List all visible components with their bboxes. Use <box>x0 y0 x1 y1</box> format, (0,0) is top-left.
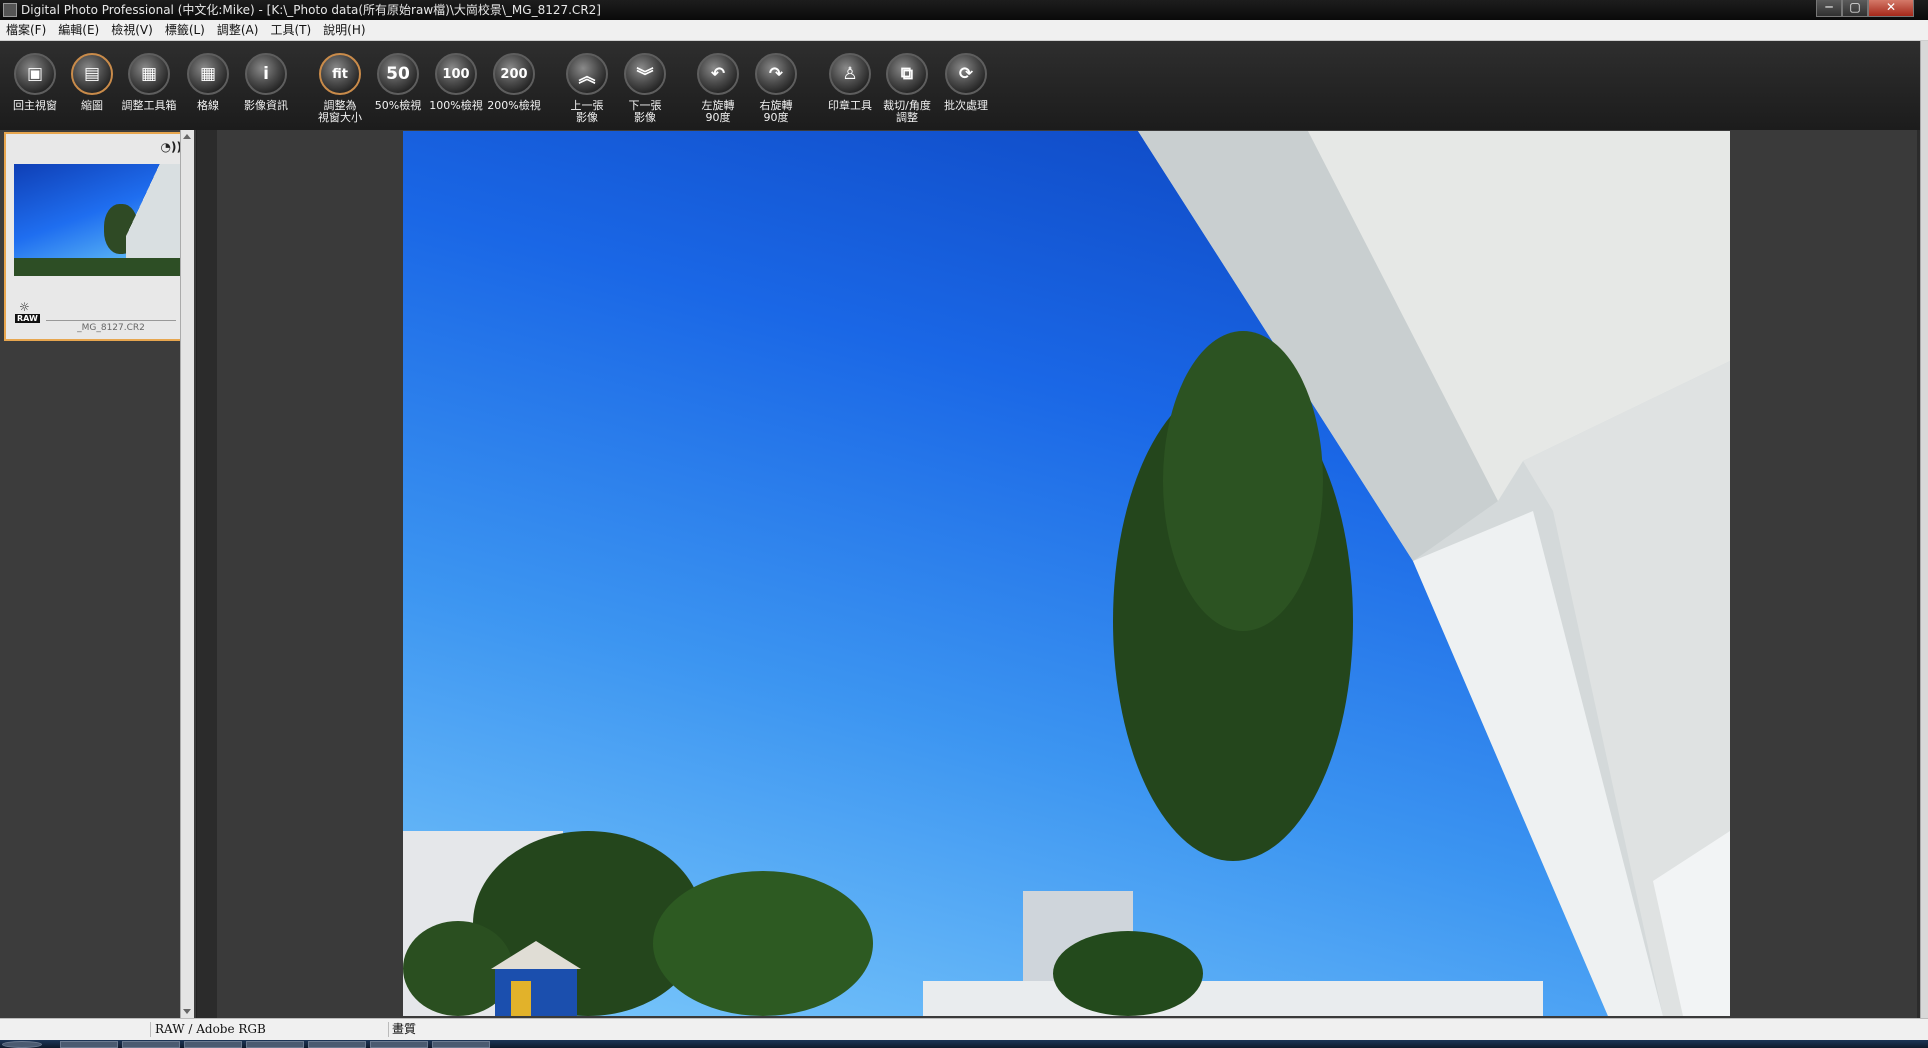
toolbar-button-label: 印章工具 <box>828 99 872 112</box>
menu-file[interactable]: 檔案(F) <box>0 20 52 40</box>
menu-edit[interactable]: 編輯(E) <box>52 20 105 40</box>
thumbnail-image[interactable] <box>14 164 182 276</box>
taskbar-button[interactable] <box>246 1041 304 1048</box>
taskbar <box>0 1040 1928 1048</box>
rotate-right-icon: ↷ <box>755 53 797 95</box>
folder-home-icon: ▣ <box>14 53 56 95</box>
toolbar-button-rotate-left[interactable]: ↶ 左旋轉 90度 <box>688 53 748 124</box>
close-button[interactable]: ✕ <box>1868 0 1914 17</box>
title-bar: Digital Photo Professional (中文化:Mike) - … <box>0 0 1928 20</box>
taskbar-button[interactable] <box>432 1041 490 1048</box>
toolbar-button-label: 回主視窗 <box>13 99 57 112</box>
thumbnail-view-icon: ▤ <box>71 53 113 95</box>
rotate-left-icon: ↶ <box>697 53 739 95</box>
crop-icon: ⧉ <box>886 53 928 95</box>
taskbar-button[interactable] <box>308 1041 366 1048</box>
toolbar-button-label: 調整工具箱 <box>121 99 177 112</box>
taskbar-button[interactable] <box>370 1041 428 1048</box>
toolbar-button-rotate-right[interactable]: ↷ 右旋轉 90度 <box>746 53 806 124</box>
zoom-100-icon: 100 <box>435 53 477 95</box>
toolbar-button-label: 批次處理 <box>944 99 988 112</box>
window-title: Digital Photo Professional (中文化:Mike) - … <box>21 3 601 17</box>
minimize-button[interactable]: ─ <box>1816 0 1842 17</box>
app-icon <box>3 3 17 17</box>
toolbar-button-label: 格線 <box>197 99 219 112</box>
toolbar-button-label: 裁切/角度 調整 <box>883 99 931 124</box>
menu-tools[interactable]: 工具(T) <box>264 20 317 40</box>
previous-image-icon: ︽ <box>566 53 608 95</box>
zoom-50-icon: 50 <box>377 53 419 95</box>
toolbar-button-stamp[interactable]: ♙ 印章工具 <box>820 53 880 112</box>
white-balance-icon: ☼ <box>19 300 30 314</box>
thumbnail-scrollbar[interactable] <box>180 130 194 1018</box>
toolbar-button-info[interactable]: i 影像資訊 <box>236 53 296 112</box>
toolbar-button-label: 右旋轉 90度 <box>759 99 793 124</box>
menu-label[interactable]: 標籤(L) <box>159 20 211 40</box>
scroll-up-arrow-icon[interactable] <box>183 134 191 139</box>
toolbar-button-label: 調整為 視窗大小 <box>318 99 362 124</box>
thumbnail-panel: ◔)) ☼ RAW _MG_8127.CR2 <box>0 130 197 1018</box>
zoom-200-icon: 200 <box>493 53 535 95</box>
image-viewer[interactable] <box>217 130 1917 1018</box>
taskbar-button[interactable] <box>60 1041 118 1048</box>
grid-icon: ▦ <box>187 53 229 95</box>
window-edge-scroll <box>1920 41 1928 1021</box>
photo-preview[interactable] <box>403 131 1730 1016</box>
toolbar-button-label: 下一張 影像 <box>628 99 662 124</box>
toolbar-button-zoom-100[interactable]: 100 100%檢視 <box>426 53 486 112</box>
menu-help[interactable]: 說明(H) <box>317 20 371 40</box>
toolbar-button-label: 上一張 影像 <box>570 99 604 124</box>
next-image-icon: ︾ <box>624 53 666 95</box>
toolbar: ▣ 回主視窗 ▤ 縮圖 ▦ 調整工具箱 ▦ 格線 i 影像資訊 fit 調整為 視窗大小 50 50%檢視… <box>0 41 1920 130</box>
start-button[interactable] <box>2 1041 42 1048</box>
thumbnail-cell[interactable]: ◔)) ☼ RAW _MG_8127.CR2 <box>4 132 190 341</box>
toolbar-button-label: 左旋轉 90度 <box>701 99 735 124</box>
fit-icon: fit <box>319 53 361 95</box>
maximize-button[interactable]: ▢ <box>1842 0 1868 17</box>
thumbnail-filename: _MG_8127.CR2 <box>46 320 176 333</box>
sound-memo-icon: ◔)) <box>160 140 182 154</box>
toolbar-button-previous-image[interactable]: ︽ 上一張 影像 <box>557 53 617 124</box>
quality-status: 畫質 <box>392 1022 417 1036</box>
toolbar-button-fit[interactable]: fit 調整為 視窗大小 <box>310 53 370 124</box>
toolbar-button-zoom-200[interactable]: 200 200%檢視 <box>484 53 544 112</box>
color-space-status: RAW / Adobe RGB <box>155 1022 266 1036</box>
toolbar-button-thumbnail-view[interactable]: ▤ 縮圖 <box>62 53 122 112</box>
scroll-down-arrow-icon[interactable] <box>183 1009 191 1014</box>
taskbar-button[interactable] <box>184 1041 242 1048</box>
toolbar-button-label: 50%檢視 <box>374 99 422 112</box>
menu-view[interactable]: 檢視(V) <box>105 20 159 40</box>
toolbar-button-zoom-50[interactable]: 50 50%檢視 <box>368 53 428 112</box>
toolbar-button-batch[interactable]: ⟳ 批次處理 <box>936 53 996 112</box>
toolbar-button-crop[interactable]: ⧉ 裁切/角度 調整 <box>877 53 937 124</box>
raw-badge: RAW <box>15 314 40 323</box>
toolbar-button-label: 100%檢視 <box>429 99 483 112</box>
batch-icon: ⟳ <box>945 53 987 95</box>
toolbar-button-label: 縮圖 <box>81 99 103 112</box>
toolbar-button-label: 200%檢視 <box>487 99 541 112</box>
menu-bar: 檔案(F) 編輯(E) 檢視(V) 標籤(L) 調整(A) 工具(T) 說明(H) <box>0 20 1928 41</box>
toolbar-button-folder-home[interactable]: ▣ 回主視窗 <box>5 53 65 112</box>
toolbar-button-next-image[interactable]: ︾ 下一張 影像 <box>615 53 675 124</box>
status-bar: RAW / Adobe RGB 畫質 <box>0 1018 1928 1040</box>
toolbar-button-grid[interactable]: ▦ 格線 <box>178 53 238 112</box>
toolbar-button-label: 影像資訊 <box>244 99 288 112</box>
toolbar-button-tool-palette[interactable]: ▦ 調整工具箱 <box>119 53 179 112</box>
tool-palette-icon: ▦ <box>128 53 170 95</box>
info-icon: i <box>245 53 287 95</box>
stamp-icon: ♙ <box>829 53 871 95</box>
taskbar-button[interactable] <box>122 1041 180 1048</box>
menu-adjust[interactable]: 調整(A) <box>211 20 265 40</box>
